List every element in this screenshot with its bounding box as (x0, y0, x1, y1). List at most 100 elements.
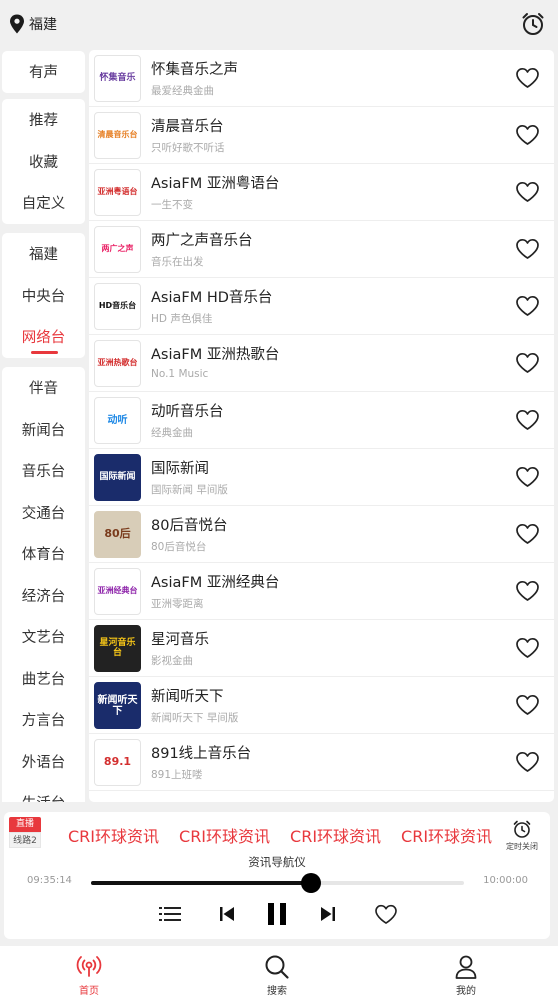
station-title: AsiaFM 亚洲粤语台 (151, 176, 280, 192)
sidebar-item[interactable]: 生活台 (2, 782, 85, 802)
station-logo: 星河音乐台 (94, 625, 141, 672)
station-row[interactable]: 清晨音乐台 清晨音乐台 只听好歌不听话 (89, 107, 554, 164)
search-icon (265, 955, 289, 979)
station-logo: HD音乐台 (94, 283, 141, 330)
station-logo-text: 亚洲经典台 (97, 586, 138, 596)
top-bar: 福建 (0, 0, 558, 50)
station-row[interactable]: HD音乐台 AsiaFM HD音乐台 HD 声色俱佳 (89, 278, 554, 335)
station-subtitle: 只听好歌不听话 (151, 142, 225, 154)
sidebar-item[interactable]: 经济台 (2, 575, 85, 617)
progress-track[interactable] (91, 873, 464, 893)
alarm-clock-icon[interactable] (520, 11, 546, 37)
station-logo: 新闻听天下 (94, 682, 141, 729)
station-subtitle: 一生不变 (151, 199, 193, 211)
favorite-button[interactable] (373, 901, 399, 927)
heart-icon[interactable] (515, 352, 540, 374)
station-row[interactable]: 动听 动听音乐台 经典金曲 (89, 392, 554, 449)
station-logo-text: 清晨音乐台 (97, 130, 138, 140)
station-row[interactable]: 两广之声 两广之声音乐台 音乐在出发 (89, 221, 554, 278)
station-row[interactable]: 国际新闻 国际新闻 国际新闻 早间版 (89, 449, 554, 506)
station-logo: 亚洲经典台 (94, 568, 141, 615)
heart-icon[interactable] (515, 466, 540, 488)
pause-button[interactable] (264, 901, 290, 927)
station-title: AsiaFM HD音乐台 (151, 290, 273, 306)
station-row[interactable]: 89.1 891线上音乐台 891上班喽 (89, 734, 554, 791)
timer-icon[interactable] (512, 819, 532, 839)
heart-icon (375, 904, 397, 924)
station-list: 怀集音乐 怀集音乐之声 最爱经典金曲 清晨音乐台 清晨音乐台 只听好歌不听话 亚洲粤语台 As… (89, 50, 554, 802)
sidebar-item[interactable]: 文艺台 (2, 616, 85, 658)
station-logo: 80后 (94, 511, 141, 558)
nav-profile-label: 我的 (456, 986, 476, 997)
sidebar-item[interactable]: 福建 (2, 233, 85, 275)
location-pin-icon (10, 14, 24, 34)
heart-icon[interactable] (515, 580, 540, 602)
heart-icon[interactable] (515, 637, 540, 659)
heart-icon[interactable] (515, 67, 540, 89)
now-playing-marquee: CRI环球资讯 CRI环球资讯 CRI环球资讯 CRI环球资讯 (68, 823, 494, 847)
station-logo: 国际新闻 (94, 454, 141, 501)
station-title: 新闻听天下 (151, 689, 224, 705)
heart-icon[interactable] (515, 523, 540, 545)
station-subtitle: 国际新闻 早间版 (151, 484, 228, 496)
station-row[interactable]: 新闻听天下 新闻听天下 新闻听天下 早间版 (89, 677, 554, 734)
sidebar-item-active[interactable]: 网络台 (2, 316, 85, 358)
program-name: 资讯导航仪 (248, 855, 306, 869)
station-subtitle: HD 声色俱佳 (151, 313, 213, 325)
station-logo: 亚洲热歌台 (94, 340, 141, 387)
station-row[interactable]: 星河音乐台 星河音乐 影视金曲 (89, 620, 554, 677)
station-row[interactable]: 亚洲经典台 AsiaFM 亚洲经典台 亚洲零距离 (89, 563, 554, 620)
station-subtitle: 80后音悦台 (151, 541, 207, 553)
station-title: 80后音悦台 (151, 518, 228, 534)
location-selector[interactable]: 福建 (8, 13, 57, 35)
station-subtitle: 891上班喽 (151, 769, 203, 781)
heart-icon[interactable] (515, 409, 540, 431)
sidebar-item[interactable]: 推荐 (2, 99, 85, 141)
station-title: 清晨音乐台 (151, 119, 224, 135)
heart-icon[interactable] (515, 295, 540, 317)
now-playing-title: CRI环球资讯 (179, 827, 271, 846)
sidebar-item[interactable]: 音乐台 (2, 450, 85, 492)
heart-icon[interactable] (515, 124, 540, 146)
heart-icon[interactable] (515, 751, 540, 773)
nav-profile[interactable]: 我的 (436, 954, 496, 997)
sidebar-item[interactable]: 新闻台 (2, 409, 85, 451)
sidebar-item[interactable]: 外语台 (2, 741, 85, 783)
station-logo: 两广之声 (94, 226, 141, 273)
now-playing-title: CRI环球资讯 (401, 827, 493, 846)
progress-knob[interactable] (301, 873, 322, 893)
sidebar-item[interactable]: 伴音 (2, 367, 85, 409)
previous-button[interactable] (217, 901, 237, 927)
sidebar-item[interactable]: 收藏 (2, 141, 85, 183)
pause-icon (268, 903, 286, 925)
station-row[interactable]: 亚洲粤语台 AsiaFM 亚洲粤语台 一生不变 (89, 164, 554, 221)
sidebar-item[interactable]: 交通台 (2, 492, 85, 534)
sidebar-item[interactable]: 自定义 (2, 182, 85, 224)
heart-icon[interactable] (515, 694, 540, 716)
heart-icon[interactable] (515, 238, 540, 260)
sidebar-item[interactable]: 体育台 (2, 533, 85, 575)
station-row[interactable]: 80后 80后音悦台 80后音悦台 (89, 506, 554, 563)
sidebar-item[interactable]: 曲艺台 (2, 658, 85, 700)
nav-search[interactable]: 搜索 (247, 954, 307, 997)
station-title: 怀集音乐之声 (151, 62, 238, 78)
line-selector[interactable]: 线路2 (9, 832, 41, 848)
timer-label[interactable]: 定时关闭 (506, 841, 538, 852)
nav-home-label: 首页 (79, 986, 99, 997)
sidebar-group-audio: 有声 (2, 51, 85, 93)
heart-icon[interactable] (515, 181, 540, 203)
station-subtitle: No.1 Music (151, 368, 209, 380)
station-logo-text: 星河音乐台 (99, 637, 136, 658)
next-button[interactable] (318, 901, 338, 927)
station-row[interactable]: 怀集音乐 怀集音乐之声 最爱经典金曲 (89, 50, 554, 107)
playlist-button[interactable] (157, 901, 183, 927)
sidebar-item[interactable]: 有声 (2, 51, 85, 93)
sidebar-item[interactable]: 中央台 (2, 275, 85, 317)
sidebar-item[interactable]: 方言台 (2, 699, 85, 741)
bottom-nav: 首页 搜索 我的 (0, 946, 558, 1000)
station-logo-text: 动听 (107, 415, 128, 426)
station-logo-text: 两广之声 (101, 244, 134, 254)
station-title: AsiaFM 亚洲经典台 (151, 575, 280, 591)
station-row[interactable]: 亚洲热歌台 AsiaFM 亚洲热歌台 No.1 Music (89, 335, 554, 392)
nav-home[interactable]: 首页 (59, 954, 119, 997)
